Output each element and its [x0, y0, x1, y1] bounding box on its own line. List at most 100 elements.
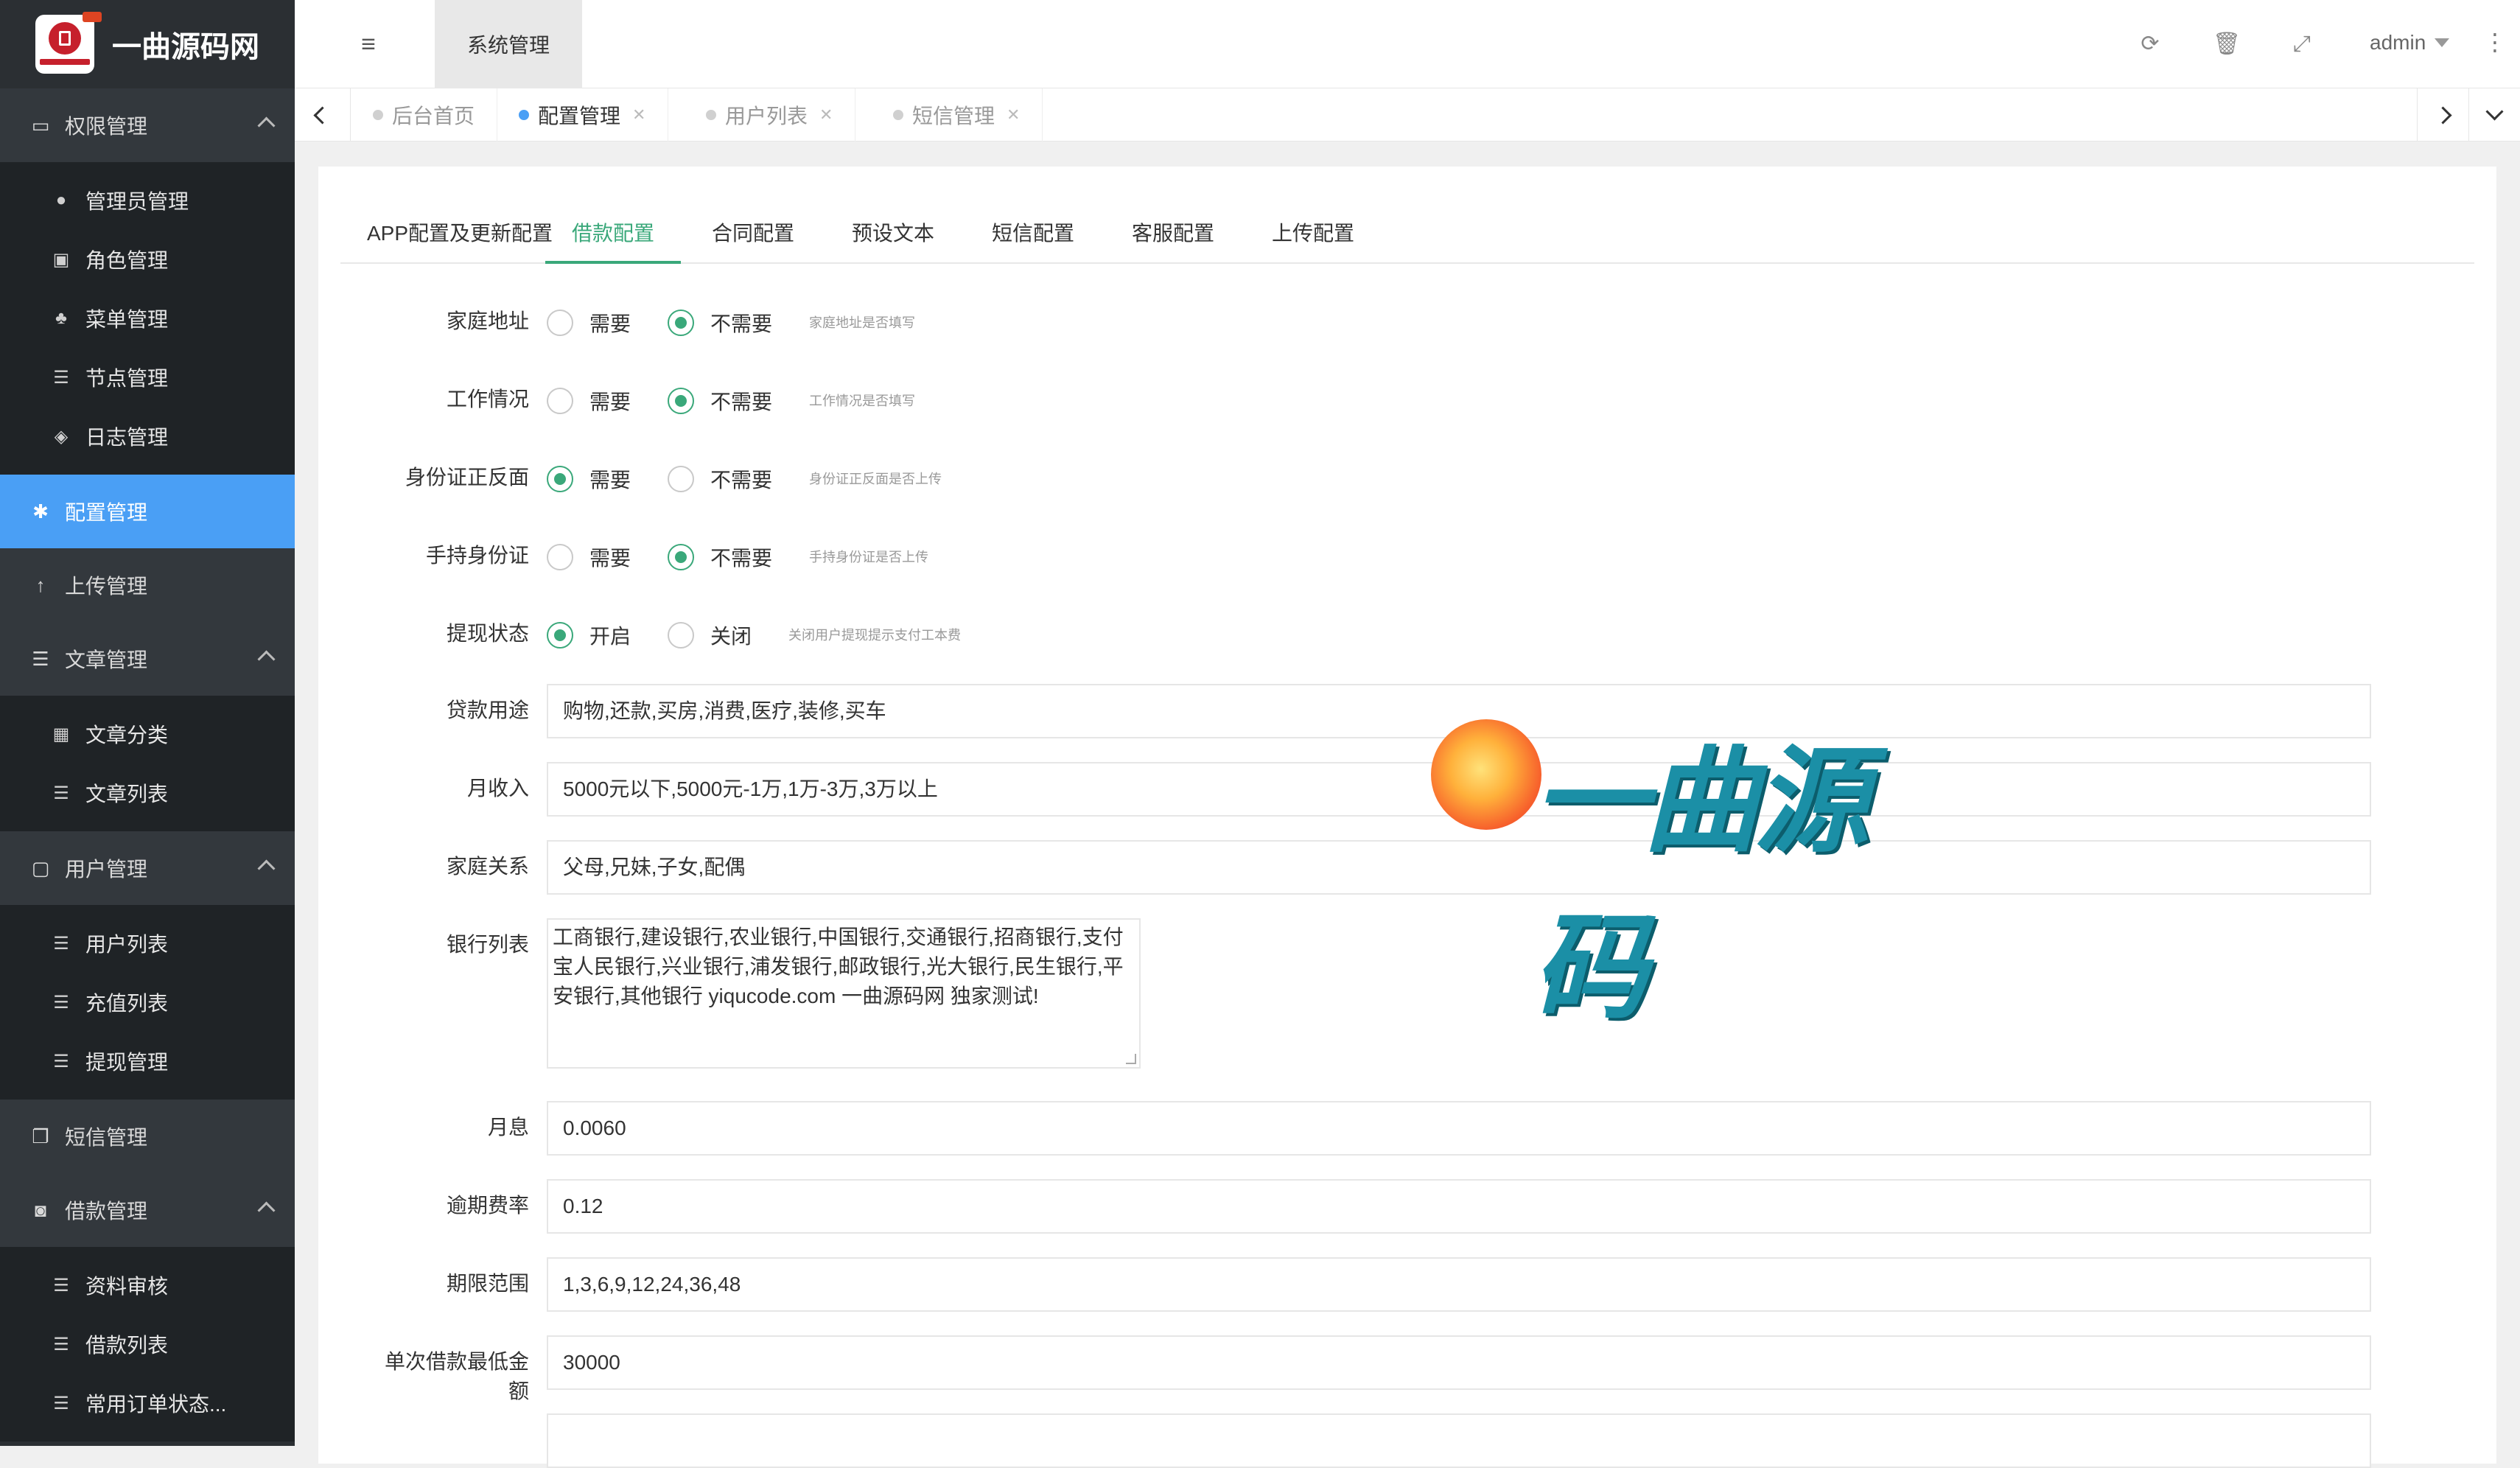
- page-tab-user-list[interactable]: 用户列表 ✕: [684, 88, 856, 141]
- tab-service-config[interactable]: 客服配置: [1105, 203, 1241, 264]
- monthly-interest-input[interactable]: 0.0060: [547, 1101, 2371, 1156]
- sidebar-item-article-list[interactable]: ☰ 文章列表: [0, 763, 295, 822]
- sidebar-item-menus[interactable]: ♣ 菜单管理: [0, 289, 295, 348]
- page-tab-label: 配置管理: [538, 105, 621, 127]
- field-label: 银行列表: [446, 933, 529, 956]
- page-tab-home[interactable]: 后台首页: [351, 88, 498, 141]
- sidebar-group-permissions[interactable]: ▭ 权限管理: [0, 88, 295, 162]
- field-label: 月息: [487, 1116, 529, 1139]
- sidebar-group-sms[interactable]: ❐ 短信管理: [0, 1100, 295, 1173]
- field-label: 家庭关系: [446, 855, 529, 878]
- radio-id-card-no[interactable]: 不需要: [668, 464, 772, 494]
- chevron-up-icon: [257, 116, 276, 135]
- tabs-scroll-right-button[interactable]: [2417, 88, 2468, 141]
- close-icon[interactable]: ✕: [1007, 105, 1020, 125]
- field-hint: 身份证正反面是否上传: [809, 472, 942, 486]
- monitor-icon: ▭: [31, 113, 50, 136]
- tabs-menu-button[interactable]: [2468, 88, 2520, 141]
- top-header: ≡ 系统管理 ⟳ 🗑 ⤢ admin ⋮: [295, 0, 2520, 88]
- tree-icon: ♣: [55, 308, 67, 328]
- page-tab-config[interactable]: 配置管理 ✕: [497, 88, 669, 141]
- sidebar-item-article-categories[interactable]: ▦ 文章分类: [0, 705, 295, 763]
- min-loan-input[interactable]: 30000: [547, 1335, 2371, 1390]
- sidebar-item-user-list[interactable]: ☰ 用户列表: [0, 914, 295, 973]
- menu-toggle-icon[interactable]: ≡: [354, 29, 383, 59]
- submenu-loans: ☰ 资料审核 ☰ 借款列表 ☰ 常用订单状态...: [0, 1247, 295, 1441]
- sidebar-group-articles[interactable]: ☰ 文章管理: [0, 622, 295, 696]
- close-icon[interactable]: ✕: [632, 105, 645, 125]
- radio-label: 不需要: [710, 312, 773, 335]
- upload-arrow-icon: ↑: [35, 573, 46, 596]
- field-label: 月收入: [466, 777, 529, 800]
- sidebar-group-loans[interactable]: ◙ 借款管理: [0, 1173, 295, 1247]
- radio-checked-icon: [668, 544, 694, 570]
- sidebar-item-data-review[interactable]: ☰ 资料审核: [0, 1256, 295, 1315]
- user-menu[interactable]: admin: [2370, 31, 2426, 55]
- tab-dot-icon: [893, 110, 903, 120]
- sidebar-group-config[interactable]: ✱ 配置管理: [0, 475, 295, 548]
- next-field-input[interactable]: [547, 1413, 2371, 1468]
- sidebar-item-admins[interactable]: ● 管理员管理: [0, 171, 295, 230]
- sidebar-item-withdrawals[interactable]: ☰ 提现管理: [0, 1032, 295, 1091]
- page-tab-label: 后台首页: [392, 105, 475, 127]
- brand-bar: 一曲源码网: [0, 0, 295, 88]
- close-icon[interactable]: ✕: [819, 105, 833, 125]
- radio-label: 需要: [589, 547, 631, 570]
- radio-work-info-no[interactable]: 不需要: [668, 386, 772, 416]
- tab-loan-config[interactable]: 借款配置: [545, 203, 682, 264]
- sun-logo-icon: [1431, 719, 1541, 830]
- radio-hand-id-need[interactable]: 需要: [547, 542, 631, 572]
- config-panel: APP配置及更新配置 借款配置 合同配置 预设文本 短信配置 客服配置 上传配置…: [318, 167, 2496, 1468]
- sidebar-item-label: 借款列表: [85, 1334, 169, 1357]
- radio-withdraw-on[interactable]: 开启: [547, 621, 631, 650]
- refresh-icon[interactable]: ⟳: [2134, 28, 2166, 60]
- overdue-rate-input[interactable]: 0.12: [547, 1179, 2371, 1234]
- fullscreen-icon[interactable]: ⤢: [2286, 28, 2318, 60]
- term-range-input[interactable]: 1,3,6,9,12,24,36,48: [547, 1257, 2371, 1312]
- sidebar-item-roles[interactable]: ▣ 角色管理: [0, 230, 295, 289]
- radio-withdraw-off[interactable]: 关闭: [668, 621, 752, 650]
- trash-icon[interactable]: 🗑: [2211, 28, 2243, 60]
- sidebar-item-order-status[interactable]: ☰ 常用订单状态...: [0, 1374, 295, 1433]
- tab-preset-text[interactable]: 预设文本: [825, 203, 961, 264]
- radio-checked-icon: [668, 388, 694, 414]
- tab-upload-config[interactable]: 上传配置: [1245, 203, 1381, 264]
- section-tab-system[interactable]: 系统管理: [435, 0, 582, 88]
- page-tab-sms[interactable]: 短信管理 ✕: [871, 88, 1043, 141]
- sidebar-item-label: 节点管理: [85, 367, 169, 390]
- tabs-scroll-left-button[interactable]: [295, 88, 351, 141]
- more-vertical-icon[interactable]: ⋮: [2483, 28, 2507, 56]
- tab-contract-config[interactable]: 合同配置: [685, 203, 821, 264]
- radio-work-info-need[interactable]: 需要: [547, 386, 631, 416]
- sidebar-item-nodes[interactable]: ☰ 节点管理: [0, 348, 295, 407]
- id-card-icon: ▣: [52, 249, 70, 270]
- radio-id-card-need[interactable]: 需要: [547, 464, 631, 494]
- sidebar-item-label: 管理员管理: [85, 190, 189, 213]
- radio-checked-icon: [668, 310, 694, 336]
- sidebar-item-recharge-list[interactable]: ☰ 充值列表: [0, 973, 295, 1032]
- radio-hand-id-no[interactable]: 不需要: [668, 542, 772, 572]
- resize-handle-icon[interactable]: [1126, 1054, 1136, 1064]
- sidebar-item-label: 日志管理: [85, 426, 169, 449]
- radio-checked-icon: [547, 466, 573, 492]
- sidebar-group-users[interactable]: ▢ 用户管理: [0, 831, 295, 905]
- sidebar-item-loan-list[interactable]: ☰ 借款列表: [0, 1315, 295, 1374]
- list-icon: ☰: [53, 1393, 69, 1413]
- sidebar-item-logs[interactable]: ◈ 日志管理: [0, 407, 295, 466]
- field-label: 贷款用途: [446, 699, 529, 721]
- sidebar-group-upload[interactable]: ↑ 上传管理: [0, 548, 295, 622]
- bank-list-textarea[interactable]: 工商银行,建设银行,农业银行,中国银行,交通银行,招商银行,支付宝人民银行,兴业…: [547, 918, 1141, 1069]
- radio-home-address-need[interactable]: 需要: [547, 308, 631, 338]
- tab-app-config[interactable]: APP配置及更新配置: [340, 203, 579, 264]
- list-icon: ☰: [53, 933, 69, 954]
- chevron-down-icon: [2485, 102, 2504, 121]
- sidebar-item-label: 常用订单状态...: [85, 1393, 227, 1416]
- sidebar-item-label: 资料审核: [85, 1275, 169, 1298]
- user-icon: ●: [55, 190, 67, 210]
- tab-sms-config[interactable]: 短信配置: [965, 203, 1101, 264]
- radio-home-address-no[interactable]: 不需要: [668, 308, 772, 338]
- field-hint: 工作情况是否填写: [809, 394, 915, 408]
- family-relation-input[interactable]: 父母,兄妹,子女,配偶: [547, 840, 2371, 895]
- sidebar-item-label: 菜单管理: [85, 308, 169, 331]
- caret-down-icon[interactable]: [2435, 38, 2449, 47]
